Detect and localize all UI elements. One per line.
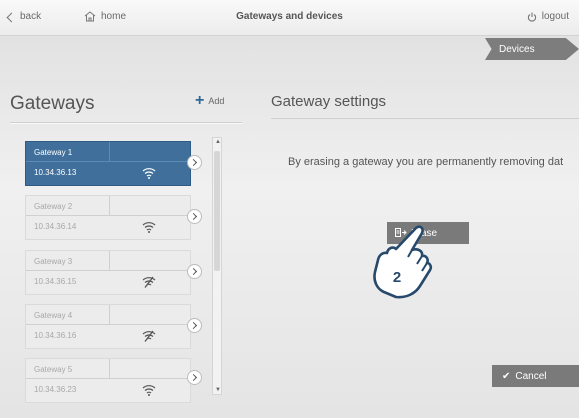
gateway-4-open-button[interactable] (187, 318, 202, 333)
check-icon: ✔ (502, 371, 511, 382)
scrollbar[interactable]: ▲ ▼ (212, 137, 222, 395)
settings-heading: Gateway settings (271, 93, 387, 110)
gateway-name: Gateway 1 (34, 148, 73, 157)
add-gateway-button[interactable]: + Add (195, 92, 225, 109)
gateway-name: Gateway 2 (34, 202, 73, 211)
divider (10, 122, 242, 124)
gateway-item-1[interactable]: Gateway 1 10.34.36.13 (25, 141, 191, 186)
divider (109, 305, 110, 324)
gateway-ip: 10.34.36.16 (34, 331, 77, 340)
scrollbar-thumb[interactable] (214, 151, 220, 271)
chevron-right-icon (189, 373, 198, 382)
divider (109, 251, 110, 270)
wifi-off-icon (142, 330, 156, 342)
gateway-name: Gateway 5 (34, 365, 73, 374)
top-bar: back home Gateways and devices logout (0, 0, 579, 36)
divider (109, 142, 110, 161)
gateway-1-open-button[interactable] (187, 155, 202, 170)
divider (26, 161, 190, 162)
gateway-item-3[interactable]: Gateway 3 10.34.36.15 (25, 250, 191, 295)
divider (26, 215, 190, 216)
pointing-hand-icon: 2 (373, 225, 433, 299)
scroll-down-icon[interactable]: ▼ (215, 387, 221, 393)
divider (109, 359, 110, 378)
divider (26, 378, 190, 379)
divider (26, 270, 190, 271)
gateway-name: Gateway 4 (34, 311, 73, 320)
logout-label: logout (541, 11, 569, 22)
gateways-heading: Gateways (10, 93, 95, 114)
divider (26, 324, 190, 325)
erase-warning-text: By erasing a gateway you are permanently… (288, 156, 564, 168)
power-icon (527, 12, 536, 22)
chevron-right-icon (189, 321, 198, 330)
add-label: Add (208, 96, 225, 106)
chevron-right-icon (189, 212, 198, 221)
callout-number: 2 (393, 269, 401, 286)
gateway-3-open-button[interactable] (187, 264, 202, 279)
wifi-off-icon (142, 276, 156, 288)
divider (109, 196, 110, 215)
cancel-button[interactable]: ✔ Cancel (492, 365, 579, 387)
gateway-item-5[interactable]: Gateway 5 10.34.36.23 (25, 358, 191, 403)
wifi-icon (142, 222, 156, 233)
gateway-item-4[interactable]: Gateway 4 10.34.36.16 (25, 304, 191, 349)
chevron-right-icon (189, 158, 198, 167)
gateway-5-open-button[interactable] (187, 370, 202, 385)
plus-icon: + (195, 92, 205, 109)
scroll-up-icon[interactable]: ▲ (215, 139, 221, 145)
tab-devices[interactable]: Devices (485, 38, 579, 60)
gateway-ip: 10.34.36.15 (34, 277, 77, 286)
divider (271, 118, 579, 119)
wifi-icon (142, 385, 156, 396)
gateway-name: Gateway 3 (34, 257, 73, 266)
gateway-ip: 10.34.36.23 (34, 385, 77, 394)
gateway-ip: 10.34.36.13 (34, 168, 77, 177)
wifi-icon (142, 168, 156, 179)
page-title: Gateways and devices (236, 11, 343, 22)
gateway-item-2[interactable]: Gateway 2 10.34.36.14 (25, 195, 191, 240)
gateway-2-open-button[interactable] (187, 209, 202, 224)
gateway-ip: 10.34.36.14 (34, 222, 77, 231)
logout-button[interactable]: logout (527, 11, 569, 22)
cancel-label: Cancel (515, 371, 547, 382)
chevron-right-icon (189, 267, 198, 276)
